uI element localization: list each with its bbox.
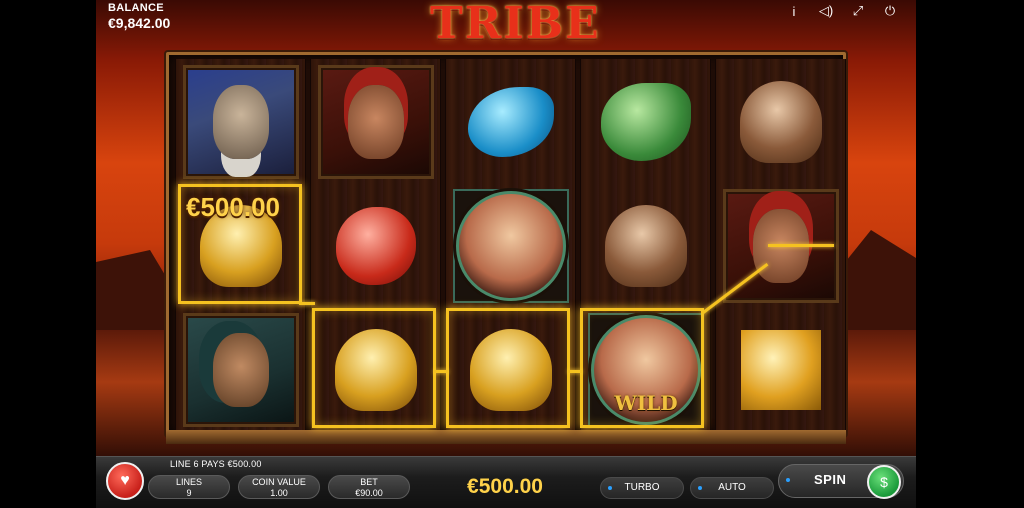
brown-octopus-icon: [740, 81, 822, 163]
lines-label: LINES: [175, 477, 202, 487]
canoe-warriors-icon: [456, 191, 566, 301]
bet-selector[interactable]: BET €90.00: [328, 475, 410, 499]
warrior-portrait-frame: [183, 313, 299, 427]
spin-indicator: [786, 478, 790, 482]
chief-portrait-frame: [183, 65, 299, 179]
woman-portrait-frame: [318, 65, 434, 179]
cash-icon[interactable]: $: [867, 465, 901, 499]
chief-face: [213, 85, 269, 159]
power-icon[interactable]: ⏻: [874, 2, 906, 20]
green-jade-amulet: [585, 63, 707, 181]
coin-value-value: 1.00: [270, 488, 288, 498]
money-icon: $: [880, 474, 888, 490]
sound-icon[interactable]: ◁): [810, 2, 842, 20]
line-pays-text: LINE 6 PAYS €500.00: [170, 459, 262, 469]
total-win-display: €500.00: [467, 475, 543, 498]
brown-octopus: [720, 63, 842, 181]
top-toolbar: i ◁) ⤢ ⏻: [778, 2, 906, 20]
coin-value-selector[interactable]: COIN VALUE 1.00: [238, 475, 320, 499]
red-turtle-amulet: [315, 187, 437, 305]
gold-yinyang-icon: [741, 330, 821, 410]
blue-dolphin-amulet: [450, 63, 572, 181]
payline-segment: [768, 244, 834, 247]
bet-label: BET: [360, 477, 378, 487]
win-highlight-reel-4: [580, 308, 704, 428]
turbo-toggle[interactable]: TURBO: [600, 477, 684, 499]
lines-selector[interactable]: LINES 9: [148, 475, 230, 499]
gamble-cards-button[interactable]: ♥: [106, 462, 144, 500]
lines-value: 9: [186, 488, 192, 498]
reel-frame-base: [166, 430, 846, 444]
gold-yinyang-amulet: [720, 311, 842, 429]
balance-display: BALANCE €9,842.00: [108, 2, 170, 31]
balance-value: €9,842.00: [108, 15, 171, 31]
canoe-wild-frame: [453, 189, 569, 303]
info-icon[interactable]: i: [778, 2, 810, 20]
brown-octopus: [585, 187, 707, 305]
coin-value-label: COIN VALUE: [252, 477, 306, 487]
balance-label: BALANCE: [108, 2, 164, 14]
bet-value: €90.00: [355, 488, 383, 498]
canoe-wild: [450, 187, 572, 305]
auto-toggle[interactable]: AUTO: [690, 477, 774, 499]
brown-octopus-icon: [605, 205, 687, 287]
cards-icon: ♥: [120, 472, 130, 489]
turbo-label: TURBO: [624, 482, 660, 493]
warrior-face: [213, 333, 269, 407]
auto-label: AUTO: [718, 482, 746, 493]
payline-segment: [299, 302, 315, 305]
woman-face: [348, 85, 404, 159]
payline-segment: [568, 370, 582, 373]
warrior-portrait: [180, 311, 302, 429]
payline-segment: [434, 370, 448, 373]
cell-win-amount: €500.00: [186, 192, 280, 222]
red-turtle-icon: [336, 207, 416, 285]
spin-label: SPIN: [814, 472, 847, 487]
game-title: TRIBE: [430, 0, 601, 49]
chief-portrait: [180, 63, 302, 181]
green-jade-icon: [601, 83, 691, 161]
blue-dolphin-icon: [468, 87, 554, 157]
win-highlight-reel-3: [446, 308, 570, 428]
win-highlight-reel-2: [312, 308, 436, 428]
woman-portrait: [315, 63, 437, 181]
fullscreen-icon[interactable]: ⤢: [842, 2, 874, 20]
